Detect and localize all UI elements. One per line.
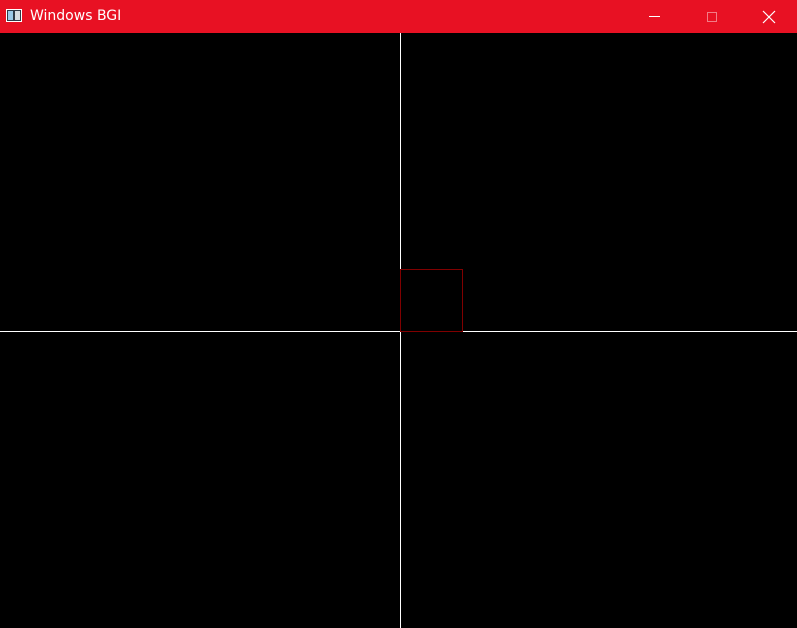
drawn-square <box>400 269 463 332</box>
close-icon <box>762 10 776 23</box>
minimize-button[interactable] <box>625 0 683 33</box>
bgi-canvas[interactable] <box>0 33 797 628</box>
bgi-window: Windows BGI <box>0 0 797 628</box>
minimize-icon <box>648 16 660 17</box>
app-icon-pane-right <box>15 11 20 20</box>
bgi-app-icon[interactable] <box>6 9 22 22</box>
maximize-icon <box>707 11 717 22</box>
close-button[interactable] <box>740 0 797 33</box>
maximize-button <box>683 0 741 33</box>
window-title: Windows BGI <box>30 8 122 24</box>
graphics-surface <box>0 33 797 628</box>
app-icon-pane-left <box>8 11 13 20</box>
title-bar[interactable]: Windows BGI <box>0 0 797 33</box>
